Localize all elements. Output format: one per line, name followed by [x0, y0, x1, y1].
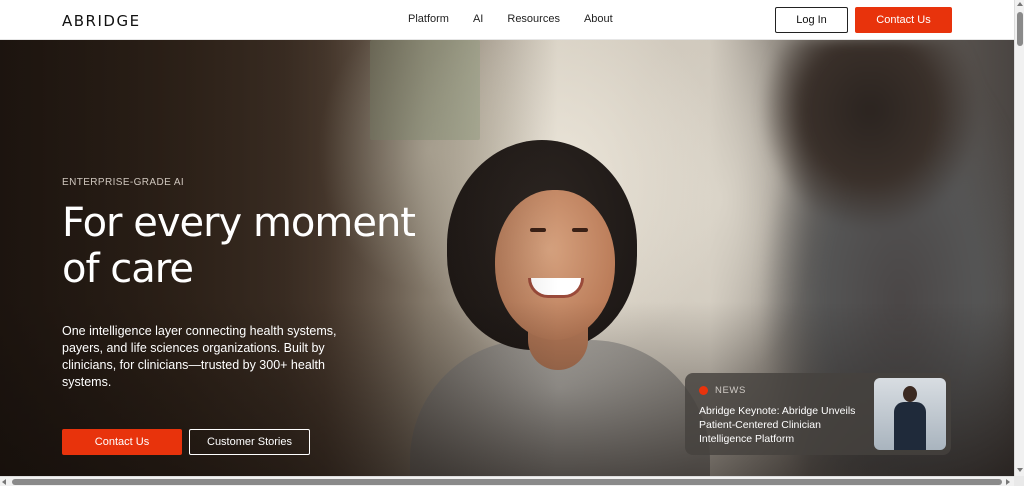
top-nav: ABRIDGE Platform AI Resources About Log … [0, 0, 1014, 40]
thumbnail-person-head [903, 386, 917, 402]
nav-links: Platform AI Resources About [408, 13, 613, 25]
customer-stories-button[interactable]: Customer Stories [189, 429, 310, 455]
hero-subcopy: One intelligence layer connecting health… [62, 324, 337, 389]
scroll-down-icon[interactable] [1017, 468, 1023, 472]
scroll-left-icon[interactable] [2, 479, 6, 485]
scrollbar-corner [1014, 476, 1024, 486]
news-thumbnail[interactable] [874, 378, 946, 450]
news-dot-icon [699, 386, 708, 395]
horizontal-scroll-thumb[interactable] [12, 479, 1002, 485]
hero-headline: For every moment of care [62, 200, 416, 292]
nav-link-platform[interactable]: Platform [408, 13, 449, 25]
logo[interactable]: ABRIDGE [62, 12, 141, 30]
vertical-scrollbar[interactable] [1014, 0, 1024, 476]
contact-us-hero-button[interactable]: Contact Us [62, 429, 182, 455]
news-card[interactable]: NEWS Abridge Keynote: Abridge Unveils Pa… [685, 373, 951, 455]
nav-link-about[interactable]: About [584, 13, 613, 25]
hero-section: ENTERPRISE-GRADE AI For every moment of … [0, 40, 1014, 476]
nav-link-ai[interactable]: AI [473, 13, 483, 25]
news-label: NEWS [715, 385, 746, 396]
scroll-right-icon[interactable] [1006, 479, 1010, 485]
login-button[interactable]: Log In [775, 7, 848, 33]
news-title[interactable]: Abridge Keynote: Abridge Unveils Patient… [699, 404, 869, 446]
vertical-scroll-thumb[interactable] [1017, 12, 1023, 46]
thumbnail-person-body [894, 402, 926, 450]
scroll-up-icon[interactable] [1017, 2, 1023, 6]
hero-eyebrow: ENTERPRISE-GRADE AI [62, 177, 185, 188]
page: ABRIDGE Platform AI Resources About Log … [0, 0, 1024, 486]
contact-us-nav-button[interactable]: Contact Us [855, 7, 952, 33]
horizontal-scrollbar[interactable] [0, 476, 1014, 486]
nav-link-resources[interactable]: Resources [507, 13, 560, 25]
